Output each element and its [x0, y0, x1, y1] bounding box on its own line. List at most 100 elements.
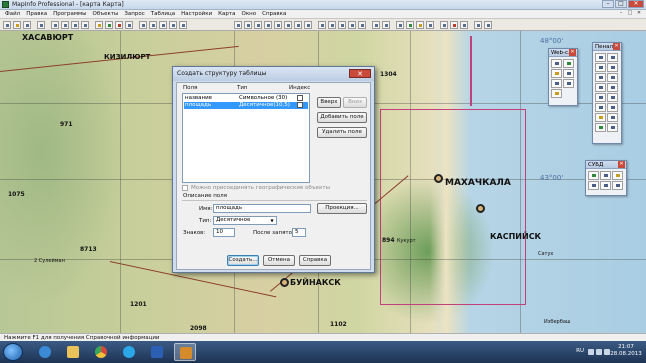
- print-icon[interactable]: [37, 21, 45, 29]
- new-browser-icon[interactable]: [95, 21, 103, 29]
- minimize-button[interactable]: –: [602, 0, 614, 8]
- move-up-button[interactable]: Вверх: [317, 97, 341, 108]
- line-icon[interactable]: [607, 53, 618, 62]
- symbol-icon[interactable]: [595, 53, 606, 62]
- digits-field[interactable]: 10: [213, 228, 235, 237]
- dbms-refresh-icon[interactable]: [612, 171, 623, 180]
- menu-objects[interactable]: Объекты: [90, 10, 122, 18]
- rectangle-icon[interactable]: [595, 83, 606, 92]
- rounded-rectangle-icon[interactable]: [607, 83, 618, 92]
- save-icon[interactable]: [23, 21, 31, 29]
- polyline-icon[interactable]: [595, 63, 606, 72]
- dialog-title-bar[interactable]: Создать структуру таблицы ✕: [173, 67, 374, 81]
- show-hide-icon[interactable]: [426, 21, 434, 29]
- radius-select-icon[interactable]: [254, 21, 262, 29]
- maximize-button[interactable]: □: [615, 0, 627, 8]
- explorer-icon[interactable]: [62, 343, 84, 361]
- download-icon[interactable]: [551, 89, 562, 98]
- tray-arrow-icon[interactable]: [588, 349, 594, 355]
- remove-field-button[interactable]: Удалить поле: [317, 127, 367, 138]
- info-icon[interactable]: [358, 21, 366, 29]
- graph-select-icon[interactable]: [304, 21, 312, 29]
- menu-query[interactable]: Запрос: [121, 10, 147, 18]
- new-map-icon[interactable]: [105, 21, 113, 29]
- legend-icon[interactable]: [159, 21, 167, 29]
- wfs-icon[interactable]: [551, 69, 562, 78]
- redistrict-icon[interactable]: [139, 21, 147, 29]
- dialog-close-button[interactable]: ✕: [349, 69, 371, 78]
- text-icon[interactable]: [595, 93, 606, 102]
- index-checkbox[interactable]: [297, 102, 303, 108]
- drawing-palette[interactable]: Пенал ✕: [592, 42, 622, 144]
- geo-objects-checkbox[interactable]: [182, 185, 188, 191]
- clip-region-icon[interactable]: [440, 21, 448, 29]
- close-icon[interactable]: ✕: [569, 49, 576, 56]
- type-select[interactable]: Десятичное ▼: [213, 216, 277, 225]
- set-target-icon[interactable]: [450, 21, 458, 29]
- web-services-icon[interactable]: [563, 59, 574, 68]
- projection-button[interactable]: Проекция...: [317, 203, 367, 214]
- close-icon[interactable]: ✕: [613, 43, 620, 50]
- fields-list[interactable]: название Символьное (30) площадь Десятич…: [182, 93, 310, 183]
- help-icon[interactable]: [179, 21, 187, 29]
- prism-map-icon[interactable]: [474, 21, 482, 29]
- invert-select-icon[interactable]: [294, 21, 302, 29]
- line-style-icon[interactable]: [607, 113, 618, 122]
- menu-help[interactable]: Справка: [259, 10, 289, 18]
- start-button[interactable]: [3, 343, 23, 361]
- wms-icon[interactable]: [563, 69, 574, 78]
- paste-icon[interactable]: [71, 21, 79, 29]
- mdi-restore-button[interactable]: □: [626, 10, 634, 17]
- frame-icon[interactable]: [607, 93, 618, 102]
- menu-window[interactable]: Окно: [239, 10, 260, 18]
- dbms-palette[interactable]: СУБД ✕: [585, 160, 627, 196]
- mapinfo-taskbar-icon[interactable]: [174, 343, 196, 361]
- ellipse-icon[interactable]: [607, 73, 618, 82]
- new-graph-icon[interactable]: [115, 21, 123, 29]
- geocode-icon[interactable]: [551, 79, 562, 88]
- arc-icon[interactable]: [607, 63, 618, 72]
- menu-table[interactable]: Таблица: [148, 10, 178, 18]
- mdi-close-button[interactable]: ✕: [635, 10, 643, 17]
- web-palette[interactable]: Web-с... ✕: [548, 48, 578, 106]
- name-field[interactable]: площадь: [213, 204, 311, 213]
- menu-map[interactable]: Карта: [215, 10, 238, 18]
- open-icon[interactable]: [13, 21, 21, 29]
- menu-options[interactable]: Настройки: [178, 10, 215, 18]
- list-item[interactable]: площадь Десятичное(10,5): [184, 102, 308, 109]
- copy-icon[interactable]: [61, 21, 69, 29]
- unselect-icon[interactable]: [284, 21, 292, 29]
- language-indicator[interactable]: RU: [576, 348, 584, 354]
- undo-icon[interactable]: [81, 21, 89, 29]
- drag-window-icon[interactable]: [396, 21, 404, 29]
- label-icon[interactable]: [382, 21, 390, 29]
- polygon-icon[interactable]: [595, 73, 606, 82]
- ie-icon[interactable]: [34, 343, 56, 361]
- reshape-icon[interactable]: [595, 103, 606, 112]
- chrome-icon[interactable]: [90, 343, 112, 361]
- palette-title[interactable]: СУБД ✕: [586, 161, 626, 169]
- move-down-button[interactable]: Вниз: [343, 97, 367, 108]
- create-table-structure-dialog[interactable]: Создать структуру таблицы ✕ Поля Тип Инд…: [172, 66, 375, 273]
- dbms-open-icon[interactable]: [588, 171, 599, 180]
- ruler-icon[interactable]: [416, 21, 424, 29]
- routing-icon[interactable]: [563, 79, 574, 88]
- hotlink-icon[interactable]: [372, 21, 380, 29]
- close-icon[interactable]: ✕: [618, 161, 625, 168]
- palette-title[interactable]: Web-с... ✕: [549, 49, 577, 57]
- network-icon[interactable]: [596, 349, 602, 355]
- new-layout-icon[interactable]: [125, 21, 133, 29]
- menu-programs[interactable]: Программы: [50, 10, 89, 18]
- layer-control-icon[interactable]: [169, 21, 177, 29]
- menu-file[interactable]: Файл: [2, 10, 23, 18]
- skype-icon[interactable]: [118, 343, 140, 361]
- word-icon[interactable]: [146, 343, 168, 361]
- menu-edit[interactable]: Правка: [23, 10, 50, 18]
- after-comma-field[interactable]: 5: [292, 228, 306, 237]
- thematic-map-icon[interactable]: [484, 21, 492, 29]
- region-style-icon[interactable]: [595, 123, 606, 132]
- boundary-select-icon[interactable]: [274, 21, 282, 29]
- statistics-icon[interactable]: [149, 21, 157, 29]
- new-icon[interactable]: [3, 21, 11, 29]
- dbms-connect-icon[interactable]: [600, 171, 611, 180]
